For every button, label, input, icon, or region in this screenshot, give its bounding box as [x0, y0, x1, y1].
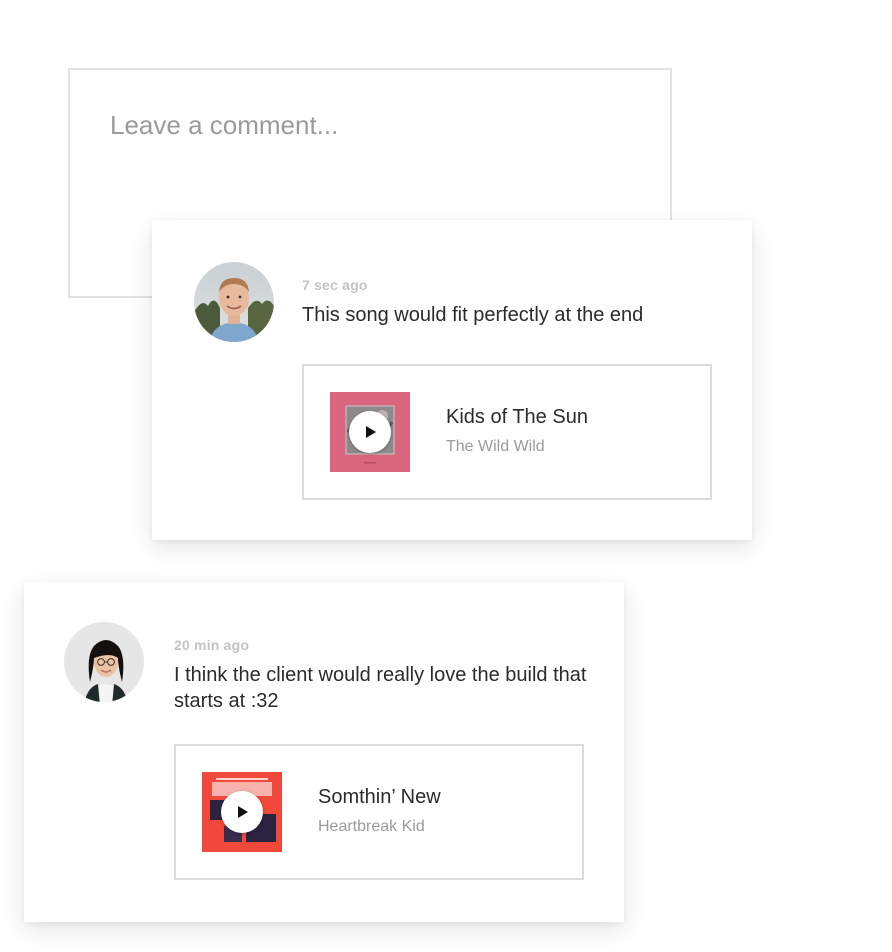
album-cover: [202, 772, 282, 852]
avatar: [64, 622, 144, 702]
comment-input[interactable]: [110, 110, 630, 230]
comment-text: This song would fit perfectly at the end: [302, 304, 644, 326]
comment-timestamp: 7 sec ago: [302, 277, 368, 293]
track-attachment[interactable]: Somthin’ New Heartbreak Kid: [174, 744, 584, 880]
track-attachment[interactable]: Kids of The Sun The Wild Wild: [302, 364, 712, 500]
track-title: Somthin’ New: [318, 786, 441, 808]
track-title: Kids of The Sun: [446, 406, 588, 428]
play-button[interactable]: [349, 411, 391, 453]
avatar: [194, 262, 274, 342]
avatar-image: [194, 262, 274, 342]
album-cover: [330, 392, 410, 472]
avatar-image: [64, 622, 144, 702]
play-button[interactable]: [221, 791, 263, 833]
comment-card: 20 min ago I think the client would real…: [24, 582, 624, 922]
track-artist: The Wild Wild: [446, 438, 545, 455]
play-icon: [238, 806, 248, 818]
comment-text: I think the client would really love the…: [174, 664, 587, 712]
play-icon: [366, 426, 376, 438]
track-artist: Heartbreak Kid: [318, 818, 425, 835]
comment-card: 7 sec ago This song would fit perfectly …: [152, 220, 752, 540]
comment-timestamp: 20 min ago: [174, 637, 250, 653]
